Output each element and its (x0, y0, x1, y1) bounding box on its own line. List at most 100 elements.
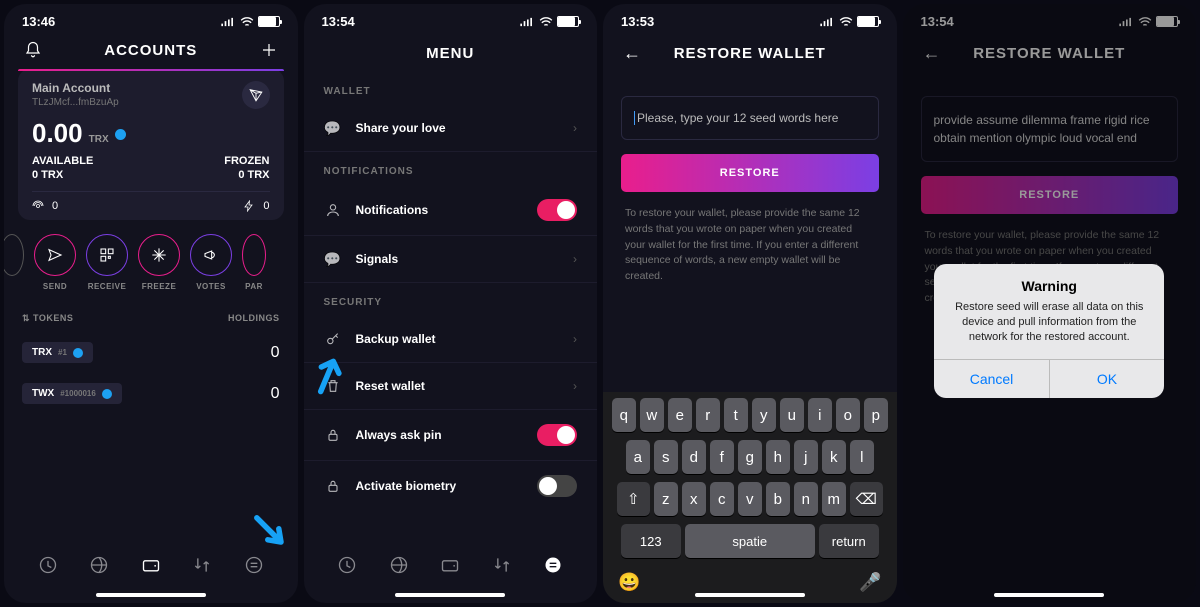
menu-signals[interactable]: 💬Signals› (304, 236, 598, 283)
home-indicator (695, 593, 805, 597)
chevron-right-icon: › (573, 252, 577, 266)
account-card[interactable]: Main Account TLzJMcf...fmBzuAp 0.00 TRX … (18, 69, 284, 220)
header: ACCOUNTS (4, 35, 298, 69)
quick-peek[interactable] (4, 234, 24, 291)
key-icon (324, 330, 342, 348)
menu-notifications[interactable]: Notifications (304, 185, 598, 236)
chevron-right-icon: › (573, 121, 577, 135)
wifi-icon (239, 17, 255, 27)
holdings-header: HOLDINGS (228, 313, 280, 324)
battery-icon (857, 16, 879, 27)
broadcast-icon (32, 200, 44, 212)
warning-dialog: Warning Restore seed will erase all data… (934, 264, 1164, 398)
verified-icon (102, 389, 112, 399)
frozen-label: FROZEN0 TRX (224, 153, 269, 181)
screen-accounts: 13:46 ACCOUNTS Main Account TLzJMcf...fm… (4, 4, 298, 603)
plus-icon[interactable] (260, 41, 278, 59)
page-title: MENU (426, 45, 474, 62)
lock-icon (324, 477, 342, 495)
shift-key: ⇧ (617, 482, 650, 516)
tokens-header: ⇅ TOKENS (22, 313, 73, 324)
tab-explore-icon[interactable] (89, 555, 109, 575)
restore-button[interactable]: RESTORE (621, 154, 879, 192)
quick-freeze[interactable]: FREEZE (138, 234, 180, 291)
chevron-right-icon: › (573, 332, 577, 346)
emoji-key[interactable]: 😀 (618, 572, 640, 593)
screen-restore-empty: 13:53 ← RESTORE WALLET Please, type your … (603, 4, 897, 603)
tab-transfer-icon[interactable] (492, 555, 512, 575)
status-bar: 13:53 (603, 4, 897, 35)
back-icon[interactable]: ← (623, 43, 641, 64)
bell-icon[interactable] (24, 41, 42, 59)
account-name: Main Account (32, 81, 270, 95)
seed-input[interactable]: Please, type your 12 seed words here (621, 96, 879, 140)
quick-send[interactable]: SEND (34, 234, 76, 291)
token-row[interactable]: TWX#1000016 0 (4, 373, 298, 414)
status-icons (220, 16, 280, 27)
bolt-icon (243, 200, 255, 212)
menu-askpin[interactable]: Always ask pin (304, 410, 598, 461)
tab-market-icon[interactable] (337, 555, 357, 575)
tab-bar (304, 545, 598, 585)
tron-icon (242, 81, 270, 109)
backspace-key: ⌫ (850, 482, 883, 516)
verified-icon (73, 348, 83, 358)
wifi-icon (538, 17, 554, 27)
tab-market-icon[interactable] (38, 555, 58, 575)
send-icon (47, 247, 63, 263)
available-label: AVAILABLE0 TRX (32, 153, 93, 181)
tab-menu-icon[interactable] (244, 555, 264, 575)
dialog-message: Restore seed will erase all data on this… (934, 296, 1164, 359)
tab-wallet-icon[interactable] (141, 555, 161, 575)
balance: 0.00 (32, 118, 83, 149)
ok-button[interactable]: OK (1050, 360, 1165, 398)
quick-receive[interactable]: RECEIVE (86, 234, 128, 291)
token-row[interactable]: TRX#1 0 (4, 332, 298, 373)
screen-restore-warning: 13:54 ←RESTORE WALLET provide assume dil… (903, 4, 1197, 603)
signal-icon (519, 17, 535, 27)
signals-icon: 💬 (324, 250, 342, 268)
menu-share[interactable]: 💬Share your love› (304, 105, 598, 152)
megaphone-icon (203, 247, 219, 263)
status-time: 13:46 (22, 14, 55, 29)
battery-icon (258, 16, 280, 27)
wifi-icon (838, 17, 854, 27)
status-time: 13:54 (322, 14, 355, 29)
menu-backup[interactable]: Backup wallet› (304, 316, 598, 363)
page-title: ACCOUNTS (104, 42, 197, 59)
toggle-notifications[interactable] (537, 199, 577, 221)
section-wallet: WALLET (304, 72, 598, 105)
bandwidth-stat: 0 (32, 200, 58, 212)
signal-icon (819, 17, 835, 27)
toggle-biometry[interactable] (537, 475, 577, 497)
home-indicator (395, 593, 505, 597)
keyboard[interactable]: qwertyuiop asdfghjkl ⇧zxcvbnm⌫ 123spatie… (603, 392, 897, 603)
available-value: 0 TRX (32, 169, 93, 181)
tab-transfer-icon[interactable] (192, 555, 212, 575)
tab-wallet-icon[interactable] (440, 555, 460, 575)
account-address: TLzJMcf...fmBzuAp (32, 97, 270, 108)
signal-icon (220, 17, 236, 27)
page-title: RESTORE WALLET (674, 45, 826, 62)
token-holding: 0 (271, 344, 280, 362)
quick-actions: SEND RECEIVE FREEZE VOTES PAR (4, 220, 298, 305)
snowflake-icon (151, 247, 167, 263)
space-key: spatie (685, 524, 815, 558)
annotation-arrow (248, 509, 292, 553)
person-icon (324, 201, 342, 219)
section-security: SECURITY (304, 283, 598, 316)
section-notifications: NOTIFICATIONS (304, 152, 598, 185)
battery-icon (557, 16, 579, 27)
home-indicator (96, 593, 206, 597)
quick-more[interactable]: PAR (242, 234, 266, 291)
lock-icon (324, 426, 342, 444)
menu-biometry[interactable]: Activate biometry (304, 461, 598, 511)
tab-explore-icon[interactable] (389, 555, 409, 575)
quick-votes[interactable]: VOTES (190, 234, 232, 291)
help-text: To restore your wallet, please provide t… (625, 206, 875, 285)
return-key: return (819, 524, 879, 558)
toggle-askpin[interactable] (537, 424, 577, 446)
cancel-button[interactable]: Cancel (934, 360, 1050, 398)
tab-menu-icon[interactable] (543, 555, 563, 575)
mic-key[interactable]: 🎤 (859, 572, 881, 593)
